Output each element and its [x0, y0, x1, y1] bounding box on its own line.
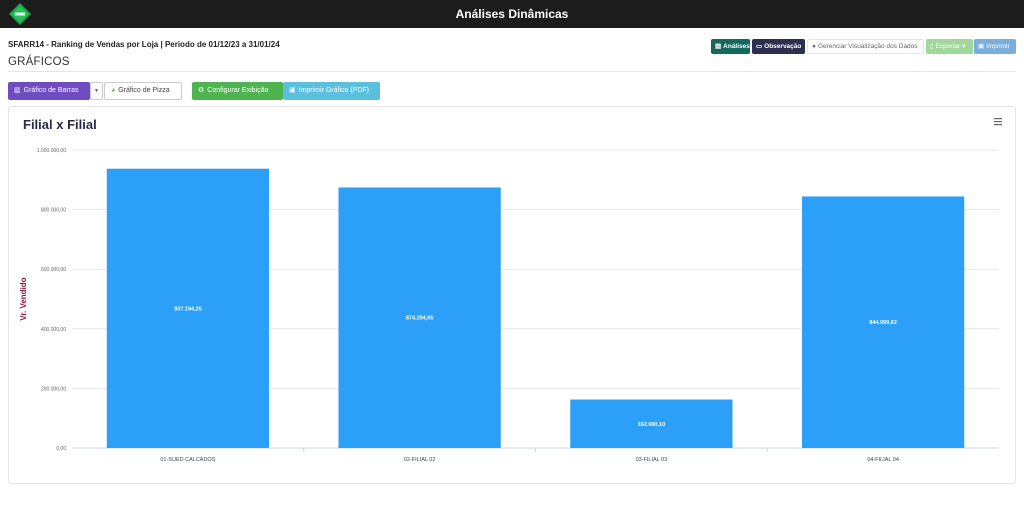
y-tick-label: 1.000.000,00: [37, 148, 66, 154]
print-icon: ▣: [289, 87, 296, 94]
analises-label: Análises: [723, 43, 750, 50]
app-header: Análises Dinâmicas: [0, 0, 1024, 28]
app-title: Análises Dinâmicas: [455, 7, 569, 21]
x-tick-label: 03-FILIAL 03: [636, 457, 668, 463]
section-title: GRÁFICOS: [8, 56, 70, 68]
file-icon: ▯: [930, 43, 934, 50]
list-icon: ▤: [715, 43, 722, 50]
y-tick-label: 600.000,00: [41, 267, 66, 273]
bar-data-label: 844.099,62: [869, 320, 897, 326]
bar-chart: Filial x Filial 0,00 200.000,00 400.000,00 6…: [19, 117, 1002, 463]
y-tick-label: 400.000,00: [41, 327, 66, 333]
cogs-icon: ⚙: [198, 87, 205, 94]
divider: [8, 71, 1016, 72]
gerenciar-visualizacao-button[interactable]: ● Gerenciar Visualização dos Dados: [807, 39, 924, 54]
imprimir-pdf-label: Imprimir Gráfico (PDF): [298, 87, 370, 94]
y-axis-label: Vr. Vendido: [19, 277, 28, 320]
caret-down-icon: ▼: [94, 88, 99, 94]
observacao-button[interactable]: ▭ Observação: [752, 39, 805, 54]
imprimir-grafico-pdf-button[interactable]: ▣ Imprimir Gráfico (PDF): [283, 82, 380, 100]
grafico-pizza-label: Gráfico de Pizza: [118, 87, 170, 94]
exportar-button[interactable]: ▯ Exportar ▾: [926, 39, 973, 54]
y-tick-label: 200.000,00: [41, 386, 66, 392]
bar-data-label: 937.194,25: [174, 306, 202, 312]
x-tick-label: 04-FILIAL 04: [867, 457, 899, 463]
configurar-label: Configurar Exibição: [207, 87, 269, 94]
exportar-label: Exportar: [935, 43, 961, 50]
chart-panel: Filial x Filial 0,00 200.000,00 400.000,00 6…: [8, 106, 1016, 484]
report-title: SFARR14 - Ranking de Vendas por Loja | P…: [8, 40, 280, 49]
y-tick-label: 800.000,00: [41, 208, 66, 214]
y-tick-label: 0,00: [56, 446, 66, 452]
x-tick-label: 01-SUED CALCADOS: [160, 457, 215, 463]
grafico-pizza-button[interactable]: ◕ Gráfico de Pizza: [104, 82, 182, 100]
caret-down-icon: ▾: [962, 43, 966, 50]
user-icon: ●: [812, 43, 816, 50]
grafico-barras-label: Gráfico de Barras: [23, 87, 79, 94]
imprimir-label: Imprimir: [986, 43, 1010, 50]
grafico-barras-button[interactable]: ▥ Gráfico de Barras: [8, 82, 90, 100]
bar-data-label: 162.690,10: [638, 422, 666, 428]
print-icon: ▣: [978, 43, 985, 50]
chart-menu-icon[interactable]: [994, 118, 1002, 126]
comment-icon: ▭: [756, 43, 763, 50]
gerenciar-label: Gerenciar Visualização dos Dados: [817, 43, 918, 50]
bar-chart-icon: ▥: [14, 87, 21, 94]
bar-data-label: 874.204,95: [406, 316, 434, 322]
analises-button[interactable]: ▤ Análises: [711, 39, 750, 54]
chart-type-dropdown-toggle[interactable]: ▼: [90, 82, 103, 100]
pie-chart-icon: ◕: [111, 87, 116, 94]
x-tick-label: 02-FILIAL 02: [404, 457, 436, 463]
chart-title: Filial x Filial: [23, 117, 97, 132]
configurar-exibicao-button[interactable]: ⚙ Configurar Exibição: [192, 82, 283, 100]
observacao-label: Observação: [764, 43, 802, 50]
imprimir-button[interactable]: ▣ Imprimir: [974, 39, 1016, 54]
